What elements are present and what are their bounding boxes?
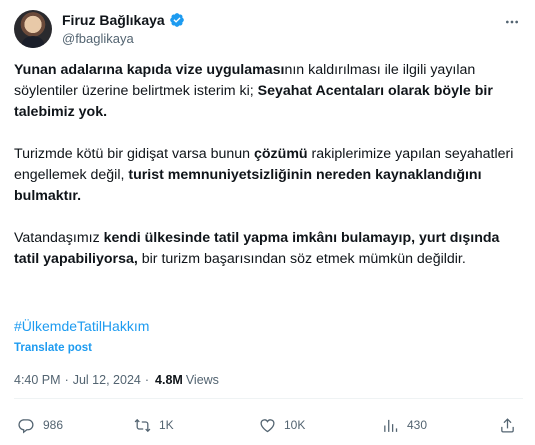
verified-badge-icon [169, 13, 184, 27]
plain-text: bir turizm başarısından söz etmek mümkün… [137, 251, 466, 267]
tweet-meta: 4:40 PM · Jul 12, 2024 · 4.8M Views [14, 373, 219, 387]
like-button[interactable]: 10K [259, 410, 305, 440]
plain-text: Vatandaşımız [14, 230, 104, 246]
avatar[interactable] [14, 10, 52, 48]
views-label: Views [185, 373, 219, 387]
post-date[interactable]: Jul 12, 2024 [73, 373, 141, 387]
action-bar: 986 1K 10K 430 [14, 410, 523, 440]
share-button[interactable] [499, 410, 516, 440]
reply-button[interactable]: 986 [18, 410, 63, 440]
more-options-button[interactable] [501, 12, 523, 32]
like-count: 10K [284, 418, 306, 432]
reply-count: 986 [43, 418, 64, 432]
repost-button[interactable]: 1K [134, 410, 174, 440]
meta-separator: · [64, 373, 69, 387]
share-icon [501, 417, 514, 433]
author-handle[interactable]: @fbaglikaya [62, 31, 134, 46]
bold-text: çözümü [254, 146, 308, 162]
plain-text: Turizmde kötü bir gidişat varsa bunun [14, 146, 254, 162]
tweet-text: Yunan adalarına kapıda vize uygulamasını… [14, 60, 524, 291]
hashtag-link[interactable]: #ÜlkemdeTatilHakkım [14, 318, 149, 334]
tweet-header: Firuz Bağlıkaya @fbaglikaya [14, 10, 523, 50]
divider [14, 398, 523, 399]
reply-icon [18, 418, 34, 434]
repost-icon [134, 418, 151, 432]
views-count: 4.8M [155, 373, 183, 387]
meta-separator: · [144, 373, 150, 387]
tweet-paragraph-3: Vatandaşımız kendi ülkesinde tatil yapma… [14, 228, 524, 270]
bold-text: Yunan adalarına kapıda vize uygulaması [14, 62, 285, 78]
bar-chart-icon [384, 419, 398, 432]
author-name[interactable]: Firuz Bağlıkaya [62, 12, 165, 28]
views-button[interactable]: 430 [382, 410, 427, 440]
repost-count: 1K [159, 418, 174, 432]
heart-icon [260, 418, 275, 432]
bookmark-count: 430 [407, 418, 428, 432]
more-horizontal-icon [506, 20, 518, 24]
translate-post-link[interactable]: Translate post [14, 342, 92, 354]
tweet-paragraph-1: Yunan adalarına kapıda vize uygulamasını… [14, 60, 524, 123]
author-name-row: Firuz Bağlıkaya [62, 11, 185, 29]
tweet-paragraph-2: Turizmde kötü bir gidişat varsa bunun çö… [14, 144, 524, 207]
post-time[interactable]: 4:40 PM [14, 373, 61, 387]
